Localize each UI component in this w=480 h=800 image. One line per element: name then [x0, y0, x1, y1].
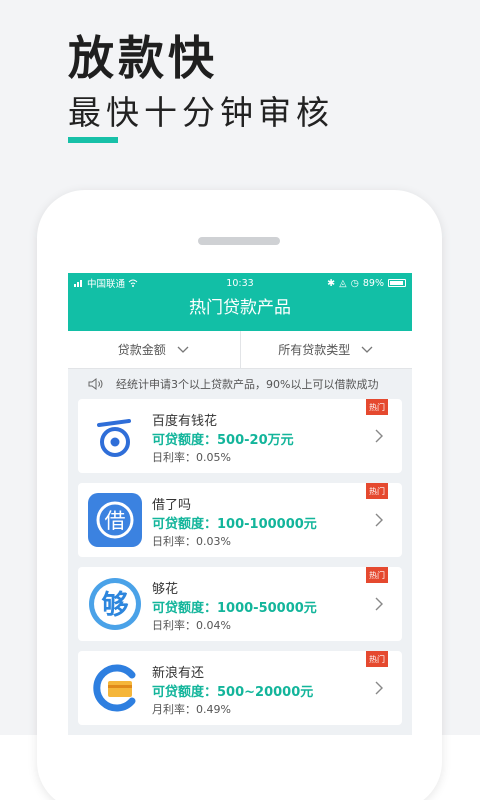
product-amount: 可贷额度：500-20万元: [152, 433, 294, 448]
sina-youhuan-logo: [93, 664, 136, 712]
baidu-money-logo: [97, 419, 131, 457]
product-list: 百度有钱花 可贷额度：500-20万元 日利率：0.05% 热门 借 借了吗 可…: [68, 399, 412, 725]
hot-badge: 热门: [366, 483, 388, 499]
filter-bar: 贷款金额 所有贷款类型: [68, 331, 412, 369]
status-time: 10:33: [226, 277, 254, 289]
chevron-down-icon: [361, 346, 373, 353]
filter-label: 所有贷款类型: [278, 343, 351, 357]
product-rate: 日利率：0.03%: [152, 535, 231, 548]
product-name: 够花: [152, 582, 179, 597]
chevron-right-icon: [375, 429, 383, 443]
svg-text:借: 借: [105, 509, 126, 533]
chevron-right-icon: [375, 681, 383, 695]
product-name: 百度有钱花: [152, 414, 218, 429]
product-card[interactable]: 百度有钱花 可贷额度：500-20万元 日利率：0.05% 热门: [78, 399, 402, 473]
page-title: 热门贷款产品: [189, 298, 291, 318]
product-card[interactable]: 新浪有还 可贷额度：500~20000元 月利率：0.49% 热门: [78, 651, 402, 725]
product-card[interactable]: 借 借了吗 可贷额度：100-100000元 日利率：0.03% 热门: [78, 483, 402, 557]
app-header: 中国联通 10:33 ✱ ◬ ◷ 89% 热门贷款产品: [68, 273, 412, 331]
notice-text: 经统计申请3个以上贷款产品，90%以上可以借款成功: [116, 378, 379, 391]
product-amount: 可贷额度：500~20000元: [152, 685, 314, 700]
product-name: 新浪有还: [152, 666, 205, 681]
chevron-right-icon: [375, 597, 383, 611]
filter-loan-amount[interactable]: 贷款金额: [68, 331, 240, 368]
accent-bar: [68, 137, 118, 143]
phone-screen: 中国联通 10:33 ✱ ◬ ◷ 89% 热门贷款产品 贷款金额 所有贷款类型 …: [68, 273, 412, 735]
hot-badge: 热门: [366, 651, 388, 667]
product-name: 借了吗: [152, 498, 192, 513]
phone-speaker: [198, 237, 280, 245]
speaker-icon: [88, 378, 103, 390]
filter-loan-type[interactable]: 所有贷款类型: [239, 331, 413, 368]
svg-text:够: 够: [102, 590, 129, 621]
promo-subline: 最快十分钟审核: [68, 93, 334, 132]
gouhua-logo: 够: [89, 578, 141, 630]
product-rate: 月利率：0.49%: [152, 703, 231, 716]
product-card[interactable]: 够 够花 可贷额度：1000-50000元 日利率：0.04% 热门: [78, 567, 402, 641]
product-amount: 可贷额度：1000-50000元: [152, 601, 317, 616]
notice-bar: 经统计申请3个以上贷款产品，90%以上可以借款成功: [68, 369, 412, 399]
promo-headline: 放款快: [68, 31, 218, 85]
chevron-right-icon: [375, 513, 383, 527]
product-rate: 日利率：0.04%: [152, 619, 231, 632]
product-rate: 日利率：0.05%: [152, 451, 231, 464]
hot-badge: 热门: [366, 567, 388, 583]
product-amount: 可贷额度：100-100000元: [152, 517, 317, 532]
chevron-down-icon: [177, 346, 189, 353]
filter-label: 贷款金额: [117, 343, 166, 357]
status-bar: 中国联通 10:33 ✱ ◬ ◷ 89%: [68, 273, 412, 293]
battery-icon: [388, 279, 406, 287]
jieleme-logo: 借: [88, 493, 142, 547]
hot-badge: 热门: [366, 399, 388, 415]
